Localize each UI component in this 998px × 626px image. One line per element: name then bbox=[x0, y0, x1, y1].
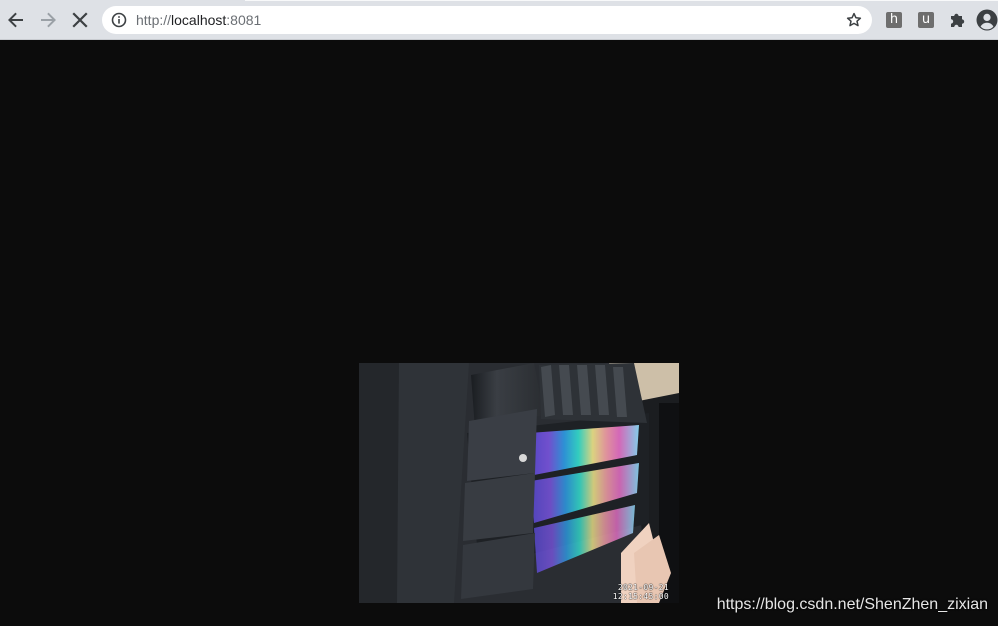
url-port: :8081 bbox=[226, 12, 262, 28]
extension-h-button[interactable]: h bbox=[886, 12, 902, 28]
info-icon[interactable] bbox=[111, 12, 127, 28]
stop-loading-button[interactable] bbox=[68, 8, 92, 32]
browser-window: http://localhost:8081 h u 2021-09-21 12:… bbox=[0, 0, 998, 626]
star-icon[interactable] bbox=[846, 12, 862, 28]
forward-button[interactable] bbox=[36, 8, 60, 32]
close-icon bbox=[72, 12, 88, 28]
account-circle-icon[interactable] bbox=[976, 9, 998, 31]
keyboard-photo bbox=[359, 363, 679, 603]
puzzle-icon[interactable] bbox=[948, 11, 966, 29]
arrow-right-icon bbox=[41, 12, 56, 28]
url-scheme: http:// bbox=[136, 12, 172, 28]
tab-strip-edge bbox=[245, 0, 998, 1]
arrow-left-icon bbox=[8, 12, 23, 28]
url-host: localhost bbox=[171, 12, 227, 28]
url-text[interactable]: http://localhost:8081 bbox=[136, 12, 261, 28]
back-button[interactable] bbox=[4, 8, 28, 32]
camera-stream-image: 2021-09-21 12:15:45:00 bbox=[359, 363, 679, 603]
camera-timestamp-time: 12:15:45:00 bbox=[612, 592, 669, 601]
page-viewport: 2021-09-21 12:15:45:00 https://blog.csdn… bbox=[0, 40, 998, 626]
camera-timestamp-date: 2021-09-21 bbox=[617, 583, 669, 592]
watermark-text: https://blog.csdn.net/ShenZhen_zixian bbox=[716, 596, 988, 613]
camera-timestamp: 2021-09-21 12:15:45:00 bbox=[613, 583, 669, 601]
browser-toolbar: http://localhost:8081 h u bbox=[0, 0, 998, 40]
extension-u-button[interactable]: u bbox=[918, 12, 934, 28]
address-bar[interactable]: http://localhost:8081 bbox=[102, 6, 872, 34]
